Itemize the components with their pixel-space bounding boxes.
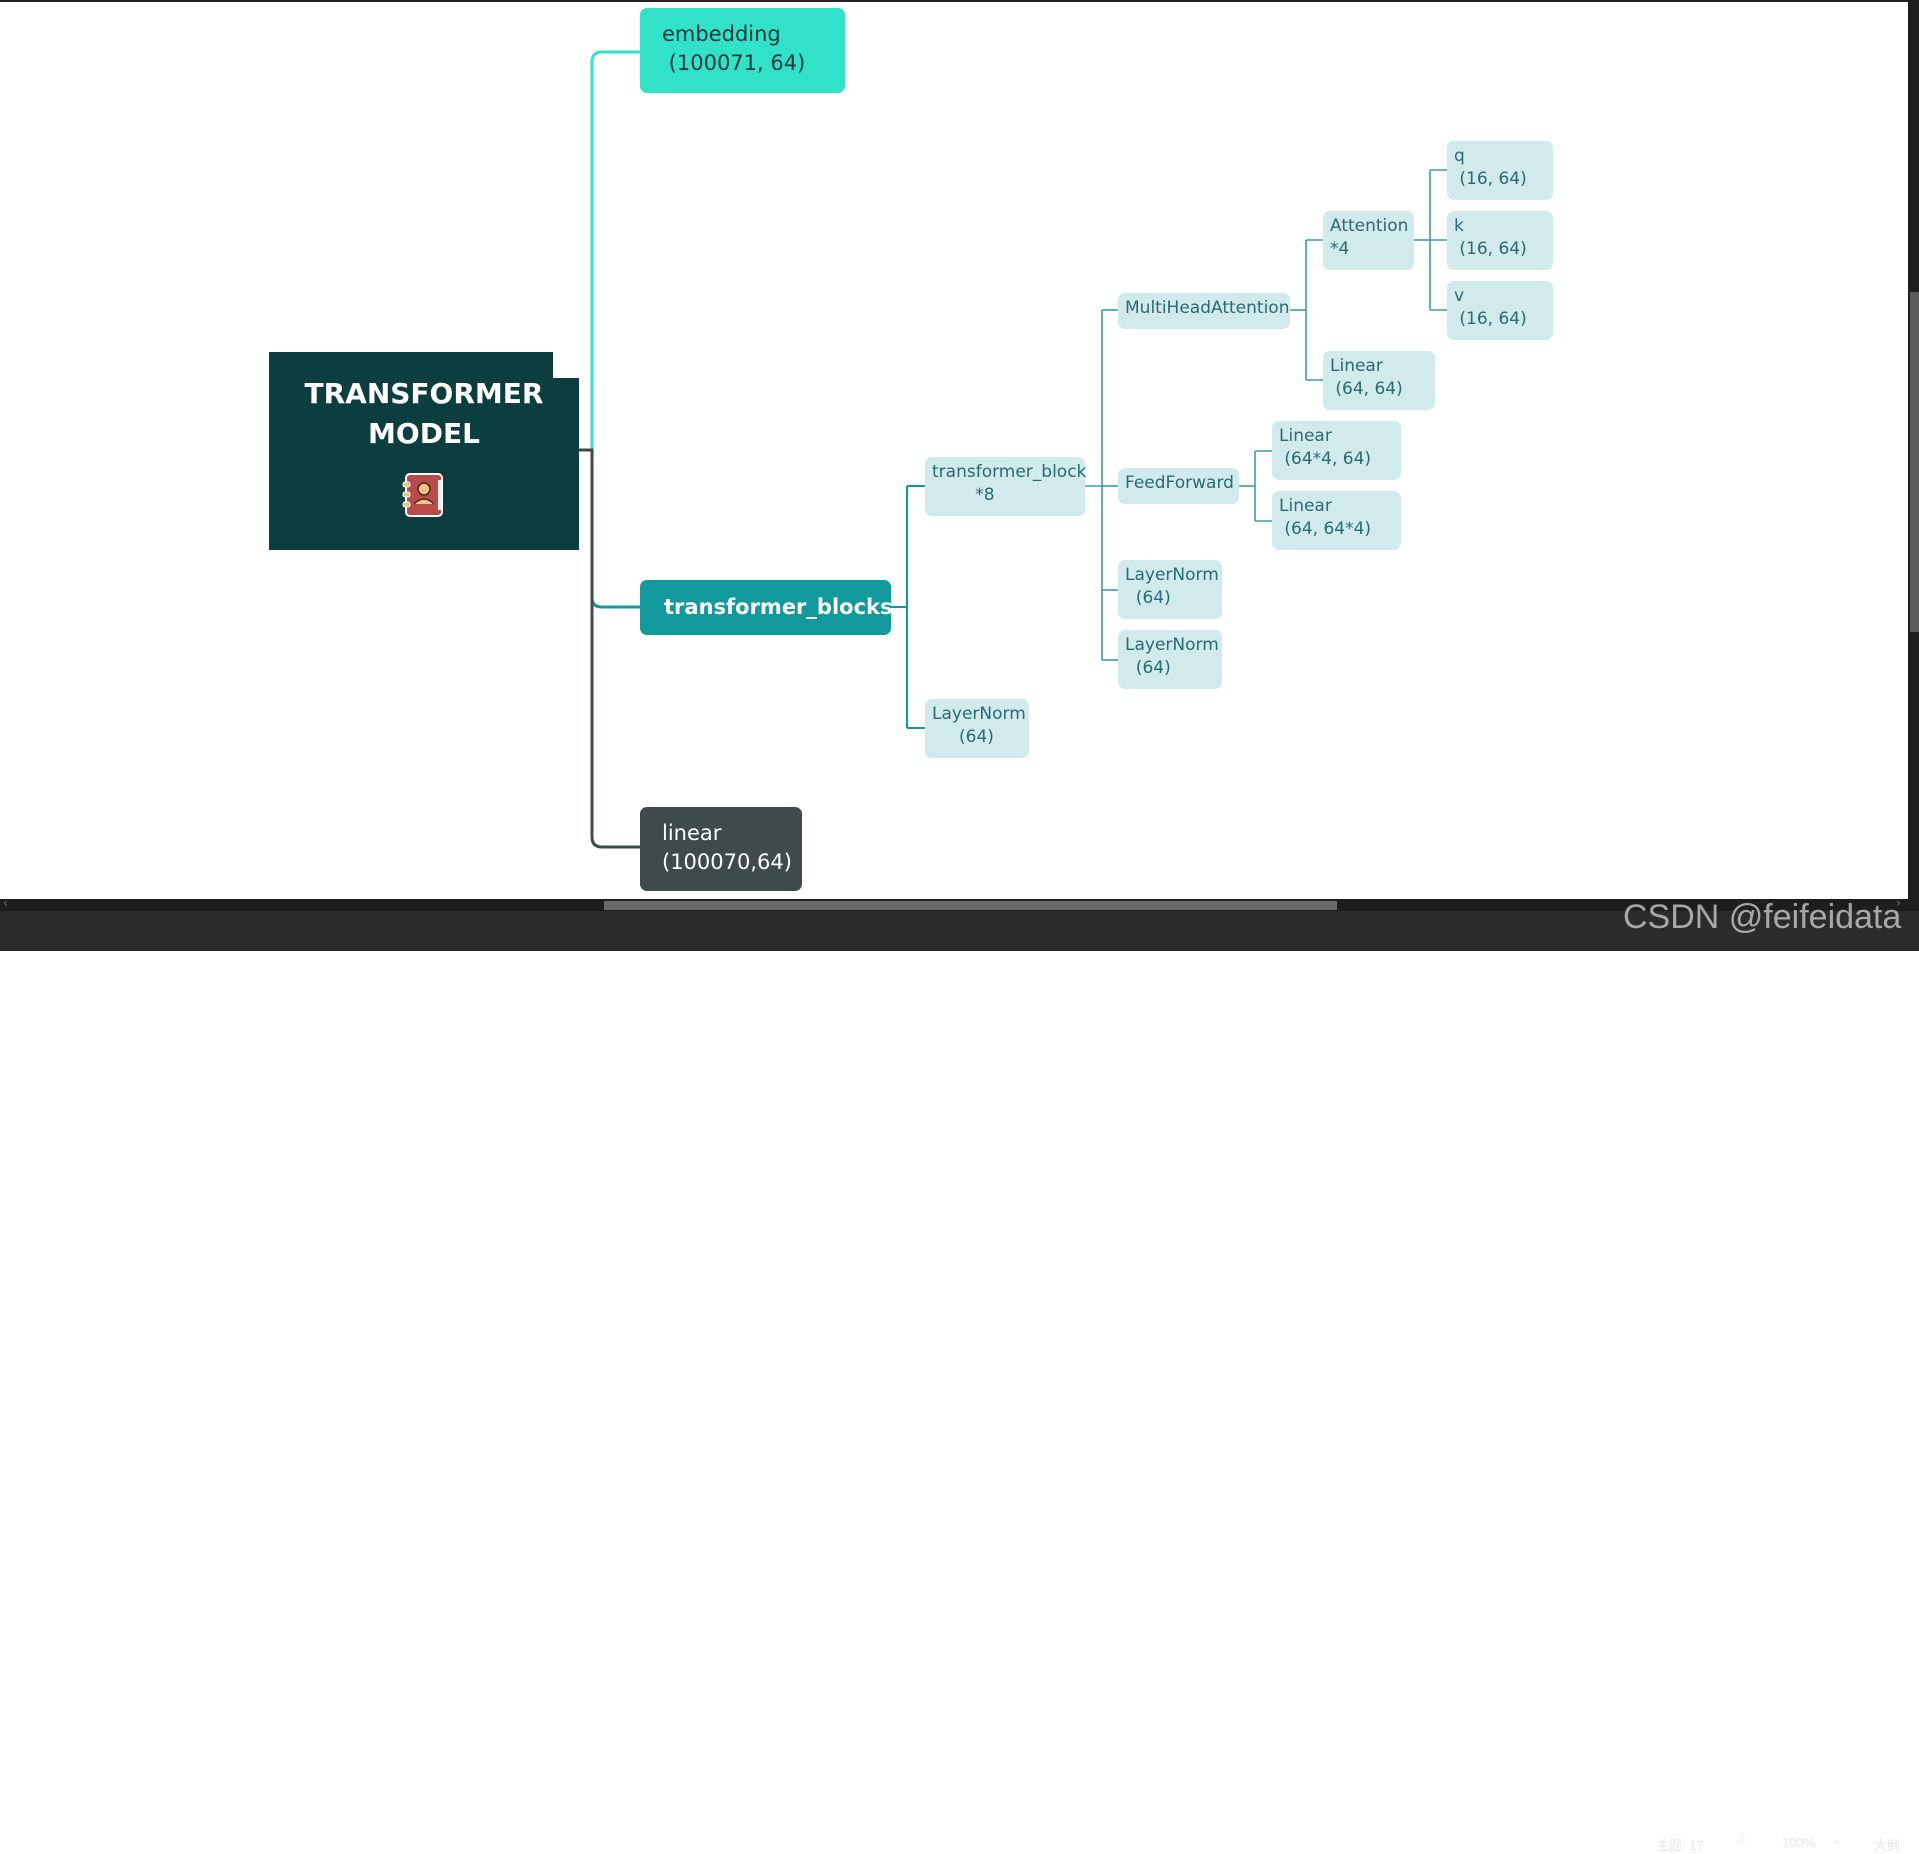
- vertical-scroll-thumb[interactable]: [1910, 292, 1919, 632]
- address-book-icon: [402, 472, 446, 522]
- node-layernorm-2[interactable]: LayerNorm (64): [1118, 630, 1222, 689]
- zoom-level[interactable]: 100%: [1782, 1835, 1815, 1850]
- node-multihead-attention[interactable]: MultiHeadAttention: [1118, 293, 1290, 329]
- mindmap-canvas[interactable]: TRANSFORMER MODEL embedding (100071, 64)…: [0, 0, 1908, 901]
- chevron-down-icon[interactable]: ⌄: [1832, 1833, 1842, 1847]
- node-k[interactable]: k (16, 64): [1447, 211, 1553, 270]
- view-mode-button[interactable]: 大纲: [1874, 1835, 1900, 1854]
- node-embedding[interactable]: embedding (100071, 64): [640, 8, 845, 93]
- watermark: CSDN @feifeidata: [1623, 898, 1902, 936]
- node-q[interactable]: q (16, 64): [1447, 141, 1553, 200]
- node-layernorm-1[interactable]: LayerNorm (64): [1118, 560, 1222, 619]
- root-title: TRANSFORMER MODEL: [304, 377, 544, 450]
- node-ff-linear-1[interactable]: Linear (64*4, 64): [1272, 421, 1401, 480]
- horizontal-scroll-thumb[interactable]: [604, 901, 1337, 910]
- node-feedforward[interactable]: FeedForward: [1118, 468, 1239, 504]
- node-ff-linear-2[interactable]: Linear (64, 64*4): [1272, 491, 1401, 550]
- book-icon[interactable]: ⌷: [1738, 1833, 1746, 1848]
- topic-count: 主题: 17: [1656, 1838, 1704, 1853]
- node-final-layernorm[interactable]: LayerNorm (64): [925, 699, 1029, 758]
- node-linear[interactable]: linear (100070,64): [640, 807, 802, 891]
- node-attention[interactable]: Attention *4: [1323, 211, 1414, 270]
- node-transformer-block[interactable]: transformer_block *8: [925, 457, 1086, 516]
- node-v[interactable]: v (16, 64): [1447, 281, 1553, 340]
- scroll-left-arrow-icon[interactable]: ‹: [3, 896, 8, 910]
- node-attention-linear[interactable]: Linear (64, 64): [1323, 351, 1435, 410]
- root-node[interactable]: TRANSFORMER MODEL: [269, 352, 579, 550]
- node-transformer-blocks[interactable]: transformer_blocks: [640, 580, 893, 635]
